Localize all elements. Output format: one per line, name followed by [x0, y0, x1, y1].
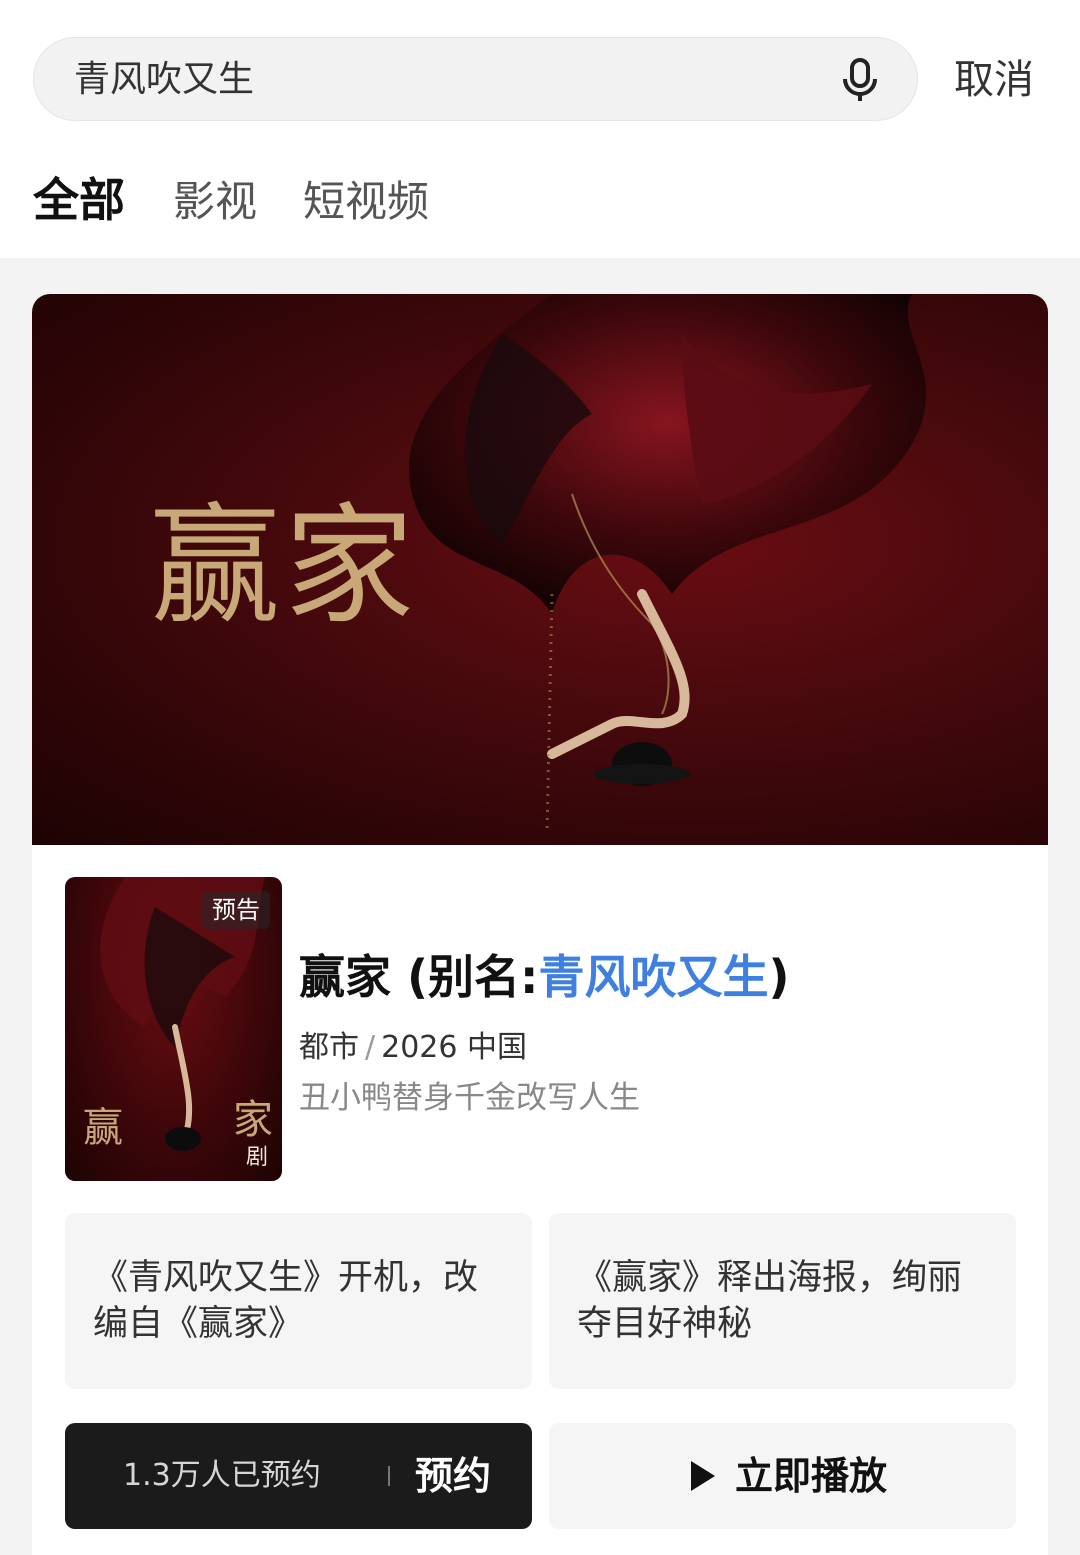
poster-title-right: 家: [233, 1097, 273, 1143]
header: 青风吹又生 取消 全部 影视 短视频: [0, 0, 1080, 258]
mic-icon[interactable]: [837, 57, 883, 103]
poster-genre-mark: 剧: [246, 1145, 269, 1170]
news-item[interactable]: 《赢家》释出海报，绚丽夺目好神秘: [549, 1213, 1016, 1389]
show-title[interactable]: 赢家 (别名:青风吹又生): [299, 947, 789, 1007]
poster-title-left: 赢: [83, 1105, 123, 1151]
show-description: 丑小鸭替身千金改写人生: [299, 1080, 640, 1116]
divider: [388, 1466, 390, 1486]
show-meta: 都市/2026 中国: [299, 1028, 527, 1068]
tab-short-video[interactable]: 短视频: [303, 174, 429, 230]
banner-title: 赢家: [150, 490, 419, 642]
alias-suffix: ): [768, 950, 790, 1004]
result-card: 赢家 预告 赢 家 剧 赢家 (别名:青风吹又生) 都市/2026 中国 丑小鸭…: [32, 294, 1048, 1555]
banner-image[interactable]: 赢家: [32, 294, 1048, 845]
cancel-button[interactable]: 取消: [954, 56, 1034, 104]
alias-highlight: 青风吹又生: [538, 950, 769, 1004]
year-region-text: 2026 中国: [381, 1030, 527, 1065]
genre-text: 都市: [299, 1030, 359, 1065]
alias-prefix: (别名:: [407, 950, 539, 1004]
meta-separator: /: [365, 1030, 376, 1065]
tab-all[interactable]: 全部: [33, 172, 125, 228]
reserve-button[interactable]: 1.3万人已预约 预约: [65, 1423, 532, 1529]
trailer-badge: 预告: [202, 891, 270, 929]
play-icon: [691, 1461, 715, 1491]
reserve-label: 预约: [415, 1454, 492, 1498]
news-item[interactable]: 《青风吹又生》开机，改编自《赢家》: [65, 1213, 532, 1389]
poster-thumbnail[interactable]: 预告 赢 家 剧: [65, 877, 282, 1181]
play-label: 立即播放: [735, 1454, 888, 1498]
search-box[interactable]: 青风吹又生: [33, 37, 918, 121]
title-text: 赢家: [299, 950, 391, 1004]
play-now-button[interactable]: 立即播放: [549, 1423, 1016, 1529]
tab-film-tv[interactable]: 影视: [173, 174, 257, 230]
reserve-count: 1.3万人已预约: [123, 1458, 321, 1493]
search-input[interactable]: 青风吹又生: [74, 58, 254, 102]
